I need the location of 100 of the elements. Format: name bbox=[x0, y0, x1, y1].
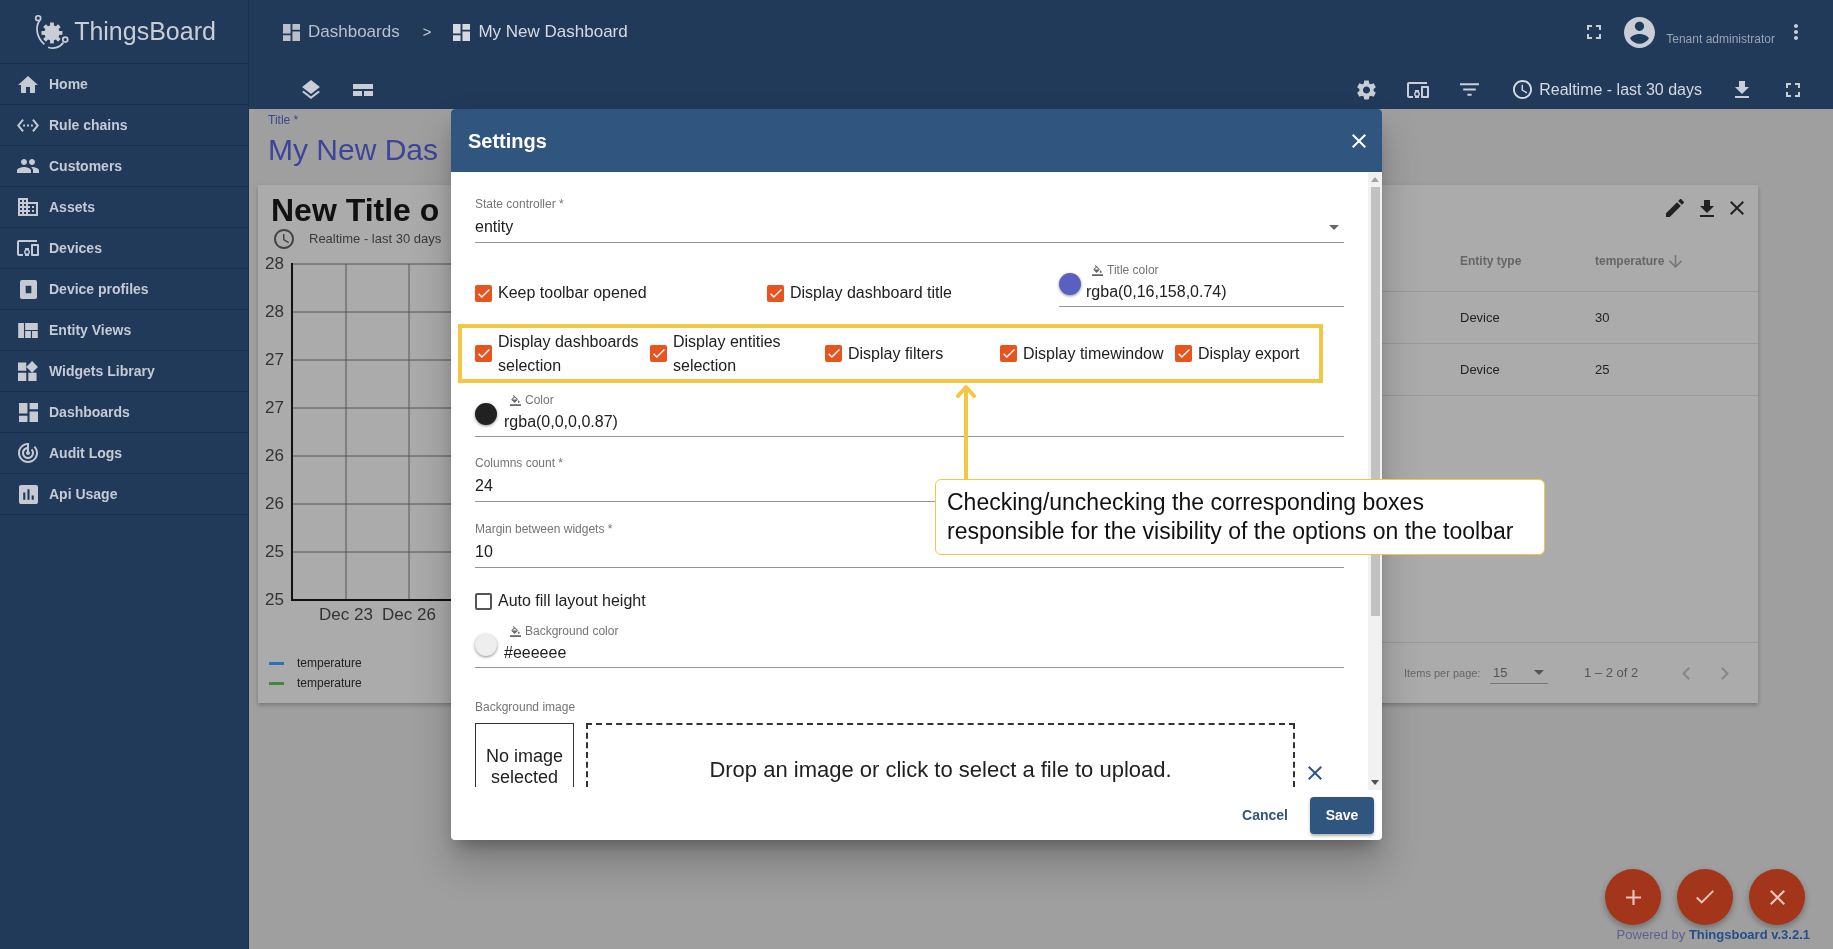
logo-icon bbox=[32, 12, 71, 51]
checkbox[interactable]: Display entities selection bbox=[650, 329, 825, 378]
bar-chart-icon bbox=[18, 484, 38, 504]
widget-title: New Title o bbox=[271, 191, 440, 229]
annotation-tooltip: Checking/unchecking the corresponding boxes responsible for the visibility of the options on the toolbar bbox=[935, 479, 1545, 555]
file-drop-zone[interactable]: Drop an image or click to select a file to upload. bbox=[586, 723, 1295, 787]
plus-icon bbox=[1625, 889, 1641, 905]
checkbox-icon[interactable] bbox=[1175, 345, 1192, 362]
axis-label: 25 bbox=[265, 541, 284, 563]
close-icon[interactable] bbox=[1730, 201, 1744, 215]
sidebar-item[interactable]: Customers bbox=[0, 146, 248, 187]
checkbox[interactable]: Display export bbox=[1175, 341, 1300, 366]
axis-label: 27 bbox=[265, 397, 284, 419]
checkbox[interactable]: Auto fill layout height bbox=[475, 589, 646, 613]
sidebar-item[interactable]: Rule chains bbox=[0, 105, 248, 146]
checkbox-icon[interactable] bbox=[475, 345, 492, 362]
section-label: Background image bbox=[475, 699, 576, 715]
devices-icon bbox=[17, 240, 39, 256]
sidebar-item[interactable]: Audit Logs bbox=[0, 433, 248, 474]
legend-label: temperature bbox=[297, 655, 362, 672]
quilt-layout-icon bbox=[18, 322, 38, 338]
breadcrumb-separator: > bbox=[422, 21, 432, 42]
powered-by-text: Powered by Thingsboard v.3.2.1 bbox=[1616, 927, 1810, 943]
paginator-range: 1 – 2 of 2 bbox=[1584, 664, 1639, 683]
dropdown-arrow-icon bbox=[1329, 224, 1339, 230]
checkbox[interactable]: Display dashboard title bbox=[767, 281, 952, 305]
background-color-field[interactable]: Background color #eeeeee bbox=[475, 623, 1344, 668]
paint-bucket-icon bbox=[510, 625, 521, 637]
sidebar-item[interactable]: Device profiles bbox=[0, 269, 248, 310]
people-icon bbox=[17, 159, 39, 173]
widgets-icon bbox=[18, 361, 38, 381]
settings-icon[interactable] bbox=[1357, 79, 1377, 100]
checkbox-icon[interactable] bbox=[475, 592, 492, 610]
download-icon[interactable] bbox=[1735, 81, 1749, 98]
axis-label: Dec 26 bbox=[382, 604, 436, 626]
table-cell-text: Device bbox=[1460, 308, 1500, 327]
cancel-button[interactable]: Cancel bbox=[1233, 797, 1297, 833]
clock-icon bbox=[274, 229, 294, 249]
dialog-title: Settings bbox=[468, 128, 547, 154]
checkbox[interactable]: Display dashboards selection bbox=[475, 329, 650, 378]
color-field[interactable]: Color rgba(0,0,0,0.87) bbox=[475, 392, 1344, 437]
axis-label: 28 bbox=[265, 301, 284, 323]
fullscreen-icon[interactable] bbox=[1587, 25, 1602, 39]
image-preview: No image selected bbox=[475, 723, 574, 787]
paginator-label: Items per page: bbox=[1404, 665, 1482, 681]
dashboard-icon bbox=[283, 23, 300, 41]
avatar-icon[interactable] bbox=[1624, 16, 1656, 48]
pencil-icon[interactable] bbox=[1666, 199, 1684, 217]
check-icon bbox=[1696, 890, 1714, 904]
legend-label: temperature bbox=[297, 675, 362, 692]
close-icon[interactable] bbox=[1352, 133, 1366, 148]
table-cell-text: 25 bbox=[1595, 360, 1610, 379]
axis-label: Dec 23 bbox=[319, 604, 373, 626]
table-cell-text: 30 bbox=[1595, 308, 1610, 327]
timewindow-button[interactable]: Realtime - last 30 days bbox=[1513, 77, 1702, 102]
axis-label: 26 bbox=[265, 493, 284, 515]
code-brackets-icon bbox=[17, 118, 39, 132]
close-icon[interactable] bbox=[1308, 766, 1322, 780]
layout-icon[interactable] bbox=[353, 83, 373, 96]
checkbox[interactable]: Display timewindow bbox=[1000, 341, 1164, 366]
checkbox-icon[interactable] bbox=[475, 284, 492, 302]
sort-arrow-icon bbox=[1669, 254, 1683, 268]
clock-icon bbox=[1513, 80, 1533, 99]
table-cell-text: Device bbox=[1460, 360, 1500, 379]
sidebar-item[interactable]: Entity Views bbox=[0, 310, 248, 351]
scroll-down-icon[interactable] bbox=[1371, 780, 1379, 785]
checkbox-icon[interactable] bbox=[1000, 345, 1017, 362]
checkbox-icon[interactable] bbox=[825, 345, 842, 362]
devices-icon[interactable] bbox=[1407, 81, 1430, 98]
checkbox[interactable]: Keep toolbar opened bbox=[475, 281, 647, 305]
more-icon[interactable] bbox=[1794, 24, 1798, 40]
logo-text: ThingsBoard bbox=[74, 19, 216, 44]
checkbox[interactable]: Display filters bbox=[825, 341, 944, 366]
axis-label: 25 bbox=[265, 589, 284, 611]
axis-label: 27 bbox=[265, 349, 284, 371]
sidebar-item[interactable]: Widgets Library bbox=[0, 351, 248, 392]
timewindow-label: Realtime - last 30 days bbox=[309, 230, 442, 249]
close-icon bbox=[1769, 889, 1785, 905]
save-button[interactable]: Save bbox=[1310, 796, 1374, 834]
building-icon bbox=[18, 198, 38, 216]
fullscreen-icon[interactable] bbox=[1786, 82, 1800, 97]
dashboard-icon bbox=[453, 23, 471, 41]
filter-icon[interactable] bbox=[1460, 83, 1480, 96]
dashboard-icon bbox=[18, 402, 38, 422]
download-icon[interactable] bbox=[1700, 199, 1714, 217]
axis-label: 26 bbox=[265, 445, 284, 467]
breadcrumb-link[interactable]: Dashboards bbox=[283, 19, 400, 45]
sidebar-item[interactable]: Dashboards bbox=[0, 392, 248, 433]
title-color-field[interactable]: Title color rgba(0,16,158,0.74) bbox=[1059, 262, 1344, 307]
layers-icon[interactable] bbox=[302, 80, 320, 99]
dropdown-arrow-icon bbox=[1534, 670, 1544, 675]
checkbox-icon[interactable] bbox=[767, 284, 784, 302]
sidebar-item[interactable]: Home bbox=[0, 64, 248, 105]
state-controller-select[interactable]: State controller * entity bbox=[475, 196, 1344, 243]
sidebar-item[interactable]: Assets bbox=[0, 187, 248, 228]
sidebar-item[interactable]: Api Usage bbox=[0, 474, 248, 515]
axis-label: 28 bbox=[265, 253, 284, 275]
checkbox-icon[interactable] bbox=[650, 345, 667, 362]
home-icon bbox=[18, 75, 38, 93]
sidebar-item[interactable]: Devices bbox=[0, 228, 248, 269]
